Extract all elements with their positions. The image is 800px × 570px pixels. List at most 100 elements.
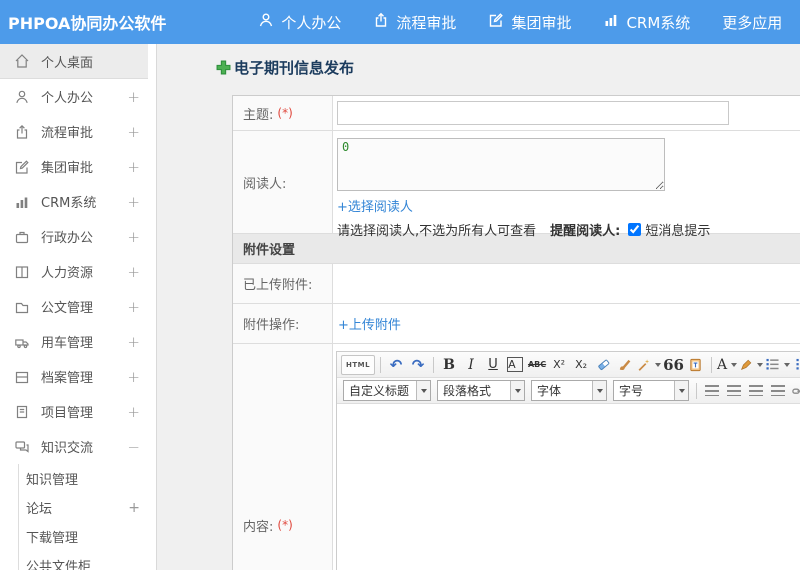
sidebar-item-vehicle-management[interactable]: 用车管理 + (0, 324, 148, 359)
readers-textarea[interactable]: 0 (337, 138, 665, 191)
uploaded-attachments-row: 已上传附件: (233, 264, 800, 304)
expand-toggle[interactable]: + (127, 368, 140, 386)
sidebar-item-label: 行政办公 (41, 231, 94, 246)
choose-readers-link[interactable]: +选择阅读人 (337, 196, 413, 215)
sidebar-item-document-management[interactable]: 公文管理 + (0, 289, 148, 324)
italic-button[interactable]: I (461, 355, 481, 375)
edit-square-icon (13, 158, 30, 175)
sidebar-subitem-label: 论坛 (26, 502, 53, 517)
editor-content-area[interactable] (337, 404, 800, 570)
sidebar-item-label: 个人办公 (41, 91, 94, 106)
remind-readers-label: 提醒阅读人: (550, 224, 621, 239)
superscript-button[interactable]: X² (549, 355, 569, 375)
expand-toggle[interactable]: + (127, 228, 140, 246)
font-family-select[interactable]: 字体 (531, 380, 607, 401)
justify-button[interactable] (768, 381, 788, 401)
sidebar-subitem-label: 公共文件柜 (26, 560, 92, 570)
blockquote-button[interactable]: 66 (663, 355, 684, 375)
caret-down-icon (510, 381, 524, 400)
expand-toggle[interactable]: + (127, 193, 140, 211)
sidebar-item-project-management[interactable]: 项目管理 + (0, 394, 148, 429)
content-row: 内容: (*) HTML ↶ ↷ B I U A ABC X² X₂ 66 A … (233, 344, 800, 570)
font-color-button[interactable]: A (717, 355, 738, 375)
undo-button[interactable]: ↶ (386, 355, 406, 375)
align-center-button[interactable] (724, 381, 744, 401)
expand-toggle[interactable]: + (128, 500, 140, 516)
sidebar-item-personal-office[interactable]: 个人办公 + (0, 79, 148, 114)
sidebar-item-crm-system[interactable]: CRM系统 + (0, 184, 148, 219)
book-icon (13, 263, 30, 280)
sidebar-subitem-knowledge-management[interactable]: 知识管理 (19, 464, 140, 493)
subject-row: 主题: (*) (233, 96, 800, 131)
sidebar-item-human-resources[interactable]: 人力资源 + (0, 254, 148, 289)
expand-toggle[interactable]: + (127, 88, 140, 106)
caret-down-icon (784, 362, 791, 367)
html-source-button[interactable]: HTML (341, 354, 376, 375)
nav-workflow-approval[interactable]: 流程审批 (373, 12, 456, 33)
sidebar-subitem-forum[interactable]: 论坛 + (19, 493, 140, 522)
uploaded-attachments-label: 已上传附件: (233, 264, 333, 303)
redo-button[interactable]: ↷ (408, 355, 428, 375)
expand-toggle[interactable]: + (127, 403, 140, 421)
sidebar-item-group-approval[interactable]: 集团审批 + (0, 149, 148, 184)
nav-label: CRM系统 (626, 13, 691, 32)
strikethrough-button[interactable]: ABC (527, 355, 547, 375)
highlighter-icon (741, 359, 752, 370)
expand-toggle[interactable]: + (127, 298, 140, 316)
sidebar-item-personal-desktop[interactable]: 个人桌面 (0, 44, 148, 79)
upload-attachment-link[interactable]: +上传附件 (338, 314, 401, 333)
subject-input[interactable] (337, 101, 729, 125)
paragraph-format-select[interactable]: 段落格式 (437, 380, 525, 401)
sidebar-item-archive-management[interactable]: 档案管理 + (0, 359, 148, 394)
share-arrow-icon (13, 123, 30, 140)
unordered-list-button[interactable] (792, 355, 800, 375)
sidebar-item-label: 公文管理 (41, 301, 94, 316)
paintbrush-icon (619, 359, 630, 371)
nav-crm-system[interactable]: CRM系统 (603, 12, 690, 33)
nav-label: 个人办公 (281, 13, 342, 32)
bold-button[interactable]: B (439, 355, 459, 375)
page-title: 电子期刊信息发布 (216, 57, 354, 78)
align-left-button[interactable] (702, 381, 722, 401)
expand-toggle[interactable]: + (127, 123, 140, 141)
expand-toggle[interactable]: + (127, 158, 140, 176)
paste-text-button[interactable] (686, 355, 706, 375)
green-plus-icon (216, 60, 231, 75)
edit-square-icon (488, 12, 504, 32)
sidebar-subitem-download-management[interactable]: 下载管理 (19, 522, 140, 551)
toolbar-separator (380, 356, 382, 373)
sidebar-subitem-public-file-cabinet[interactable]: 公共文件柜 (19, 551, 140, 570)
expand-toggle[interactable]: + (127, 263, 140, 281)
font-style-button[interactable]: A (507, 357, 524, 372)
sidebar-item-workflow-approval[interactable]: 流程审批 + (0, 114, 148, 149)
sms-notify-checkbox[interactable] (628, 223, 642, 236)
ordered-list-button[interactable] (765, 355, 791, 375)
underline-button[interactable]: U (483, 355, 503, 375)
sidebar-item-admin-office[interactable]: 行政办公 + (0, 219, 148, 254)
car-icon (13, 333, 30, 350)
folder-icon (13, 298, 30, 315)
align-right-icon (749, 385, 763, 396)
sidebar-subitem-label: 知识管理 (26, 473, 79, 488)
notebook-icon (13, 403, 30, 420)
toolbar-separator (696, 382, 697, 399)
caret-down-icon (674, 381, 688, 400)
nav-personal-office[interactable]: 个人办公 (258, 12, 341, 33)
nav-group-approval[interactable]: 集团审批 (488, 12, 571, 33)
required-mark: (*) (277, 106, 293, 120)
align-right-button[interactable] (746, 381, 766, 401)
remove-format-button[interactable] (593, 355, 613, 375)
nav-more-apps[interactable]: 更多应用 (722, 12, 782, 33)
insert-link-button[interactable] (790, 381, 800, 401)
collapse-toggle[interactable]: − (127, 438, 140, 456)
font-size-select[interactable]: 字号 (613, 380, 689, 401)
caret-down-icon (757, 362, 764, 367)
highlight-color-button[interactable] (739, 355, 764, 375)
quick-format-button[interactable] (637, 355, 662, 375)
heading-select[interactable]: 自定义标题 (343, 380, 431, 401)
format-painter-button[interactable] (615, 355, 635, 375)
expand-toggle[interactable]: + (127, 333, 140, 351)
sidebar-item-knowledge-exchange[interactable]: 知识交流 − (0, 429, 148, 464)
subscript-button[interactable]: X₂ (571, 355, 591, 375)
align-left-icon (705, 385, 719, 396)
